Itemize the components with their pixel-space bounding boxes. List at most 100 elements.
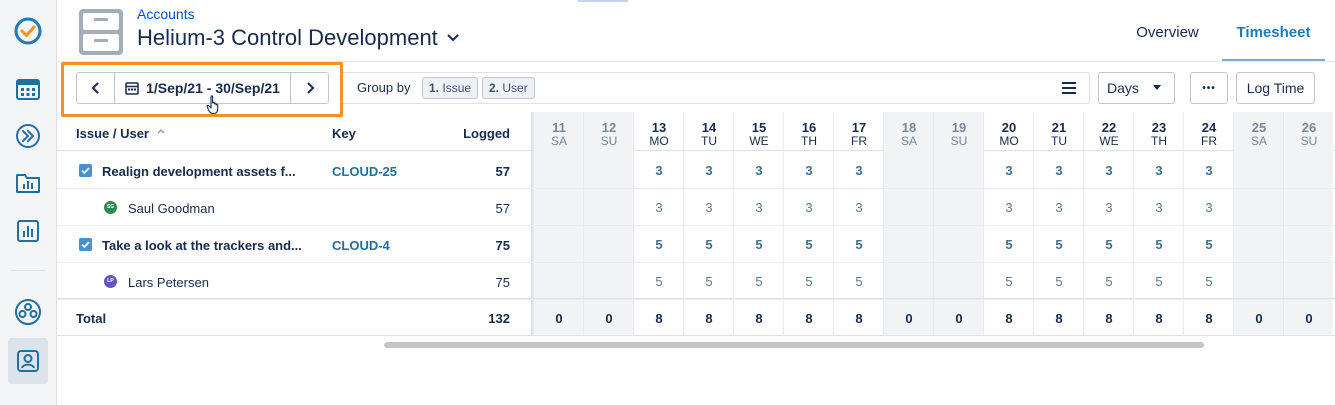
day-cell-value[interactable]: 5 <box>984 274 1034 289</box>
day-cell-value[interactable]: 5 <box>784 274 834 289</box>
day-cell-value[interactable]: 3 <box>734 200 784 215</box>
day-cell-value[interactable]: 3 <box>1184 200 1234 215</box>
forward-circle-icon[interactable] <box>13 121 43 151</box>
day-cell-value[interactable]: 3 <box>784 200 834 215</box>
group-chip-user-label: User <box>502 81 528 95</box>
hand-cursor-icon <box>206 95 224 115</box>
day-cell-value[interactable]: 5 <box>1134 274 1184 289</box>
period-select[interactable]: Days <box>1098 72 1175 104</box>
logged-value: 75 <box>495 275 510 290</box>
day-cell-value[interactable]: 5 <box>684 274 734 289</box>
day-cell-value[interactable]: 5 <box>634 274 684 289</box>
day-cell-value[interactable]: 3 <box>1084 163 1134 178</box>
day-column: 15 WE 3 3 5 5 8 <box>733 112 783 336</box>
day-cell-value[interactable]: 3 <box>1184 163 1234 178</box>
horizontal-scrollbar[interactable] <box>384 342 1204 348</box>
highlight-annotation-box <box>61 62 343 117</box>
day-number: 14 <box>701 120 717 135</box>
issue-key-link[interactable]: CLOUD-25 <box>332 164 397 179</box>
issue-key-link[interactable]: CLOUD-4 <box>332 238 390 253</box>
app-logo-icon[interactable] <box>13 16 43 46</box>
day-number: 23 <box>1151 120 1167 135</box>
folder-chart-icon[interactable] <box>13 168 43 198</box>
day-weekday: SA <box>900 134 917 148</box>
hamburger-menu-icon[interactable] <box>1058 80 1080 96</box>
calendar-icon[interactable] <box>13 74 43 104</box>
day-cell-value[interactable]: 5 <box>1084 237 1134 252</box>
day-number: 26 <box>1301 120 1317 135</box>
day-cell-value[interactable]: 5 <box>1134 237 1184 252</box>
day-number: 20 <box>1001 120 1017 135</box>
issue-title[interactable]: Take a look at the trackers and... <box>102 238 302 253</box>
day-cell-value[interactable]: 3 <box>984 200 1034 215</box>
app-root: Accounts Helium-3 Control Development Ov… <box>0 0 1335 405</box>
tab-overview[interactable]: Overview <box>1121 0 1214 62</box>
team-icon[interactable] <box>13 297 43 327</box>
chevron-down-icon <box>447 34 459 42</box>
day-total-value: 0 <box>555 311 563 326</box>
day-cell-value[interactable]: 3 <box>684 163 734 178</box>
issue-title[interactable]: Realign development assets f... <box>102 164 296 179</box>
day-weekday: SU <box>600 134 618 148</box>
day-number: 25 <box>1251 120 1267 135</box>
day-cell-value[interactable]: 3 <box>734 163 784 178</box>
user-profile-icon[interactable] <box>13 346 43 376</box>
day-cell-value[interactable]: 3 <box>1034 200 1084 215</box>
day-cell-value[interactable]: 5 <box>834 237 884 252</box>
day-cell-value[interactable]: 3 <box>1084 200 1134 215</box>
day-weekday: TH <box>1151 134 1167 148</box>
total-row-top-border <box>57 298 1335 299</box>
day-cell-value[interactable]: 5 <box>684 237 734 252</box>
column-header-issue-user[interactable]: Issue / User <box>76 126 165 141</box>
group-chip-issue[interactable]: 1. Issue <box>422 77 479 99</box>
day-cell-value[interactable]: 3 <box>1134 200 1184 215</box>
day-cell-value[interactable]: 5 <box>984 237 1034 252</box>
day-weekday: MO <box>649 134 669 148</box>
day-cell-value[interactable]: 5 <box>1184 237 1234 252</box>
page-title[interactable]: Helium-3 Control Development <box>137 25 460 51</box>
group-chip-issue-label: Issue <box>442 81 472 95</box>
day-cell-value[interactable]: 5 <box>1034 237 1084 252</box>
sidebar <box>0 0 57 405</box>
column-header-key[interactable]: Key <box>332 126 356 141</box>
nav-tabs: Overview Timesheet <box>1121 0 1335 62</box>
day-cell-value[interactable]: 5 <box>1184 274 1234 289</box>
day-cell-value[interactable]: 5 <box>734 274 784 289</box>
day-weekday: WE <box>1099 134 1119 148</box>
day-cell-value[interactable]: 5 <box>1084 274 1134 289</box>
day-cell-value[interactable]: 3 <box>1134 163 1184 178</box>
avatar: LP <box>104 275 117 288</box>
tab-timesheet[interactable]: Timesheet <box>1222 0 1325 62</box>
day-cell-value[interactable]: 5 <box>734 237 784 252</box>
day-cell-value[interactable]: 3 <box>634 200 684 215</box>
day-number: 11 <box>552 120 566 135</box>
group-chip-user[interactable]: 2. User <box>482 77 535 99</box>
day-cell-value[interactable]: 3 <box>634 163 684 178</box>
log-time-button[interactable]: Log Time <box>1236 72 1315 104</box>
breadcrumb[interactable]: Accounts <box>137 6 195 22</box>
day-total-value: 8 <box>1155 311 1163 326</box>
caret-down-icon <box>1152 85 1161 90</box>
reports-icon[interactable] <box>13 216 43 246</box>
day-cell-value[interactable]: 5 <box>1034 274 1084 289</box>
day-column: 17 FR 3 3 5 5 8 <box>833 112 883 336</box>
day-cell-value[interactable]: 5 <box>784 237 834 252</box>
day-cell-value[interactable]: 3 <box>834 200 884 215</box>
day-number: 13 <box>651 120 667 135</box>
top-accent-line <box>578 0 628 2</box>
day-number: 16 <box>801 120 817 135</box>
group-by-label: Group by <box>357 80 411 95</box>
column-header-logged[interactable]: Logged <box>440 126 510 141</box>
day-cell-value[interactable]: 3 <box>1034 163 1084 178</box>
day-cell-value[interactable]: 3 <box>834 163 884 178</box>
day-column: 13 MO 3 3 5 5 8 <box>633 112 683 336</box>
more-options-button[interactable]: ••• <box>1190 72 1228 104</box>
day-cell-value[interactable]: 3 <box>684 200 734 215</box>
day-weekday: SA <box>550 134 567 148</box>
day-cell-value[interactable]: 3 <box>984 163 1034 178</box>
day-cell-value[interactable]: 5 <box>634 237 684 252</box>
day-cell-value[interactable]: 3 <box>784 163 834 178</box>
day-cell-value[interactable]: 5 <box>834 274 884 289</box>
day-total-value: 8 <box>755 311 763 326</box>
day-column: 20 MO 3 3 5 5 8 <box>983 112 1033 336</box>
